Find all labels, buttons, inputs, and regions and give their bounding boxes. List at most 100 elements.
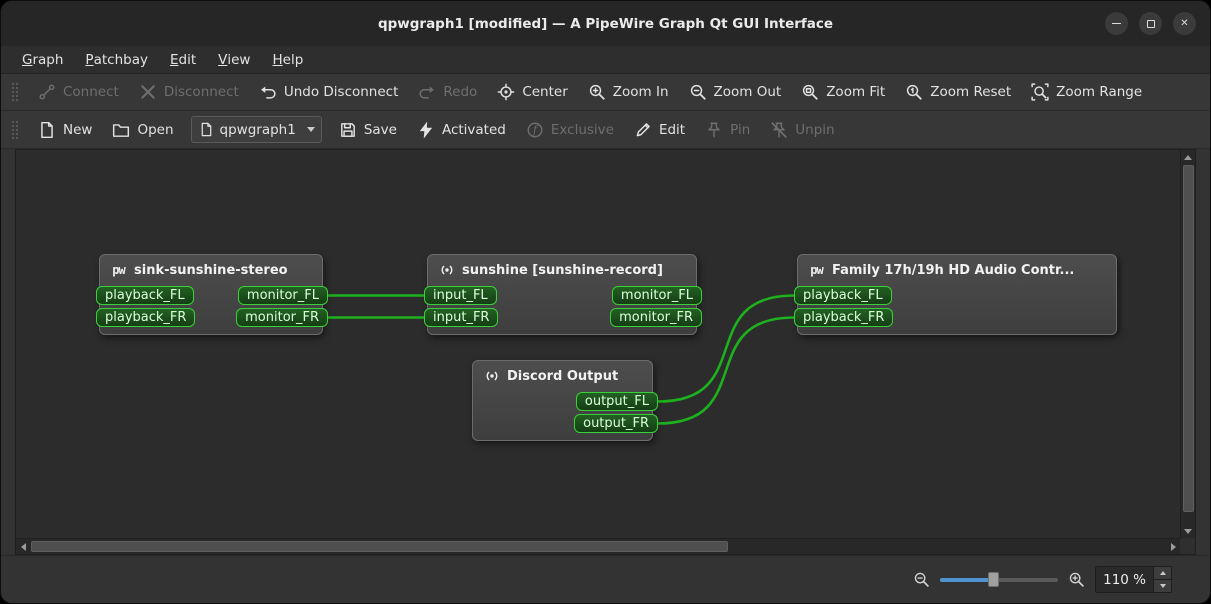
graph-node-discord-output[interactable]: Discord Output output_FL output_FR — [472, 360, 658, 441]
vertical-scroll-track[interactable] — [1181, 164, 1195, 524]
node-title: sunshine [sunshine-record] — [462, 262, 663, 278]
graph-node-family-audio[interactable]: pw Family 17h/19h HD Audio Contr... playba… — [794, 254, 1117, 335]
zoom-out-icon[interactable] — [913, 571, 930, 588]
graph-node-sink-sunshine-stereo[interactable]: pw sink-sunshine-stereo playback_FL playbac… — [96, 254, 328, 335]
center-icon — [497, 83, 515, 101]
pencil-icon — [634, 121, 652, 139]
node-title: Family 17h/19h HD Audio Contr... — [832, 262, 1075, 278]
scrollbar-corner — [1180, 538, 1195, 554]
graph-toolbar: Connect Disconnect Undo Disconnect Redo … — [1, 74, 1210, 111]
undo-button[interactable]: Undo Disconnect — [250, 78, 408, 106]
pipewire-icon: pw — [810, 263, 823, 277]
exclusive-toggle[interactable]: f Exclusive — [517, 116, 623, 144]
scroll-right-button[interactable] — [1166, 540, 1180, 554]
menu-patchbay[interactable]: Patchbay — [74, 46, 159, 73]
node-title: Discord Output — [507, 368, 619, 384]
audio-stream-icon — [483, 368, 500, 384]
scroll-left-icon — [20, 542, 26, 551]
vertical-scrollbar[interactable] — [1180, 150, 1195, 538]
horizontal-scroll-track[interactable] — [30, 539, 1166, 554]
zoom-slider[interactable] — [940, 571, 1059, 589]
output-port-output_FL[interactable]: output_FL — [575, 392, 658, 411]
zoom-reset-button[interactable]: Zoom Reset — [896, 78, 1020, 106]
zoom-in-icon — [588, 83, 606, 101]
zoom-out-button[interactable]: Zoom Out — [680, 78, 791, 106]
close-button[interactable]: ✕ — [1173, 12, 1196, 35]
edit-toggle[interactable]: Edit — [625, 116, 694, 144]
pin-button[interactable]: Pin — [696, 116, 759, 144]
input-port-playback_FR[interactable]: playback_FR — [794, 308, 894, 327]
output-port-monitor_FL[interactable]: monitor_FL — [237, 286, 328, 305]
window-title: qpwgraph1 [modified] — A PipeWire Graph … — [377, 15, 834, 32]
save-patchbay-button[interactable]: Save — [330, 116, 406, 144]
zoom-spinbox[interactable]: 110 % — [1095, 566, 1172, 593]
horizontal-scroll-thumb[interactable] — [31, 541, 729, 552]
svg-text:f: f — [532, 123, 539, 136]
activated-toggle[interactable]: Activated — [408, 116, 515, 144]
spin-down-button[interactable] — [1154, 579, 1171, 592]
toolbar-drag-handle[interactable] — [11, 118, 19, 141]
new-file-icon — [38, 121, 56, 139]
menu-view[interactable]: View — [207, 46, 261, 73]
zoom-in-button[interactable]: Zoom In — [579, 78, 678, 106]
input-port-input_FL[interactable]: input_FL — [424, 286, 497, 305]
scroll-down-button[interactable] — [1181, 524, 1195, 538]
menu-bar: Graph Patchbay Edit View Help — [1, 46, 1210, 74]
close-icon: ✕ — [1180, 18, 1189, 29]
save-icon — [339, 121, 357, 139]
maximize-button[interactable] — [1139, 12, 1162, 35]
output-port-monitor_FR[interactable]: monitor_FR — [610, 308, 702, 327]
zoom-fit-icon — [801, 83, 819, 101]
menu-help[interactable]: Help — [261, 46, 314, 73]
unpin-button[interactable]: Unpin — [761, 116, 843, 144]
zoom-slider-fill — [940, 577, 995, 582]
title-bar[interactable]: qpwgraph1 [modified] — A PipeWire Graph … — [1, 1, 1210, 46]
input-port-playback_FL[interactable]: playback_FL — [794, 286, 892, 305]
input-port-input_FR[interactable]: input_FR — [424, 308, 499, 327]
scroll-up-icon — [1184, 154, 1192, 160]
zoom-fit-button[interactable]: Zoom Fit — [792, 78, 894, 106]
minimize-icon — [1112, 22, 1121, 25]
zoom-slider-handle[interactable] — [988, 572, 1000, 587]
center-button[interactable]: Center — [488, 78, 576, 106]
open-folder-icon — [112, 121, 130, 139]
output-port-monitor_FR[interactable]: monitor_FR — [236, 308, 328, 327]
minimize-button[interactable] — [1105, 12, 1128, 35]
menu-edit[interactable]: Edit — [159, 46, 207, 73]
connect-button[interactable]: Connect — [29, 78, 128, 106]
scroll-left-button[interactable] — [16, 540, 30, 554]
zoom-in-icon[interactable] — [1068, 571, 1085, 588]
lightning-icon — [417, 121, 435, 139]
exclusive-icon: f — [526, 121, 544, 139]
connections-layer — [327, 294, 795, 425]
connect-icon — [38, 83, 56, 101]
graph-node-sunshine[interactable]: sunshine [sunshine-record] input_FL input_… — [424, 254, 702, 335]
app-window: qpwgraph1 [modified] — A PipeWire Graph … — [0, 0, 1211, 604]
output-port-output_FR[interactable]: output_FR — [574, 414, 658, 433]
new-patchbay-button[interactable]: New — [29, 116, 101, 144]
menu-graph[interactable]: Graph — [11, 46, 74, 73]
input-port-playback_FL[interactable]: playback_FL — [96, 286, 194, 305]
scroll-up-button[interactable] — [1181, 150, 1195, 164]
patchbay-toolbar: New Open qpwgraph1 Save Activated f Excl… — [1, 111, 1210, 149]
chevron-down-icon — [306, 127, 315, 132]
graph-canvas[interactable]: pw sink-sunshine-stereo playback_FL playbac… — [16, 150, 1180, 538]
zoom-range-button[interactable]: Zoom Range — [1022, 78, 1151, 106]
window-controls: ✕ — [1105, 1, 1196, 46]
spin-up-button[interactable] — [1154, 567, 1171, 579]
patchbay-combobox-value: qpwgraph1 — [219, 121, 296, 138]
output-port-monitor_FL[interactable]: monitor_FL — [611, 286, 702, 305]
toolbar-drag-handle[interactable] — [11, 81, 19, 103]
vertical-scroll-thumb[interactable] — [1182, 165, 1194, 513]
open-patchbay-button[interactable]: Open — [103, 116, 182, 144]
disconnect-icon — [139, 83, 157, 101]
audio-stream-icon — [438, 262, 455, 278]
undo-icon — [259, 83, 277, 101]
redo-button[interactable]: Redo — [409, 78, 486, 106]
patchbay-combobox[interactable]: qpwgraph1 — [190, 116, 322, 143]
pipewire-icon: pw — [112, 263, 125, 277]
zoom-spin-buttons — [1153, 567, 1171, 592]
input-port-playback_FR[interactable]: playback_FR — [96, 308, 196, 327]
disconnect-button[interactable]: Disconnect — [130, 78, 248, 106]
horizontal-scrollbar[interactable] — [16, 538, 1180, 554]
